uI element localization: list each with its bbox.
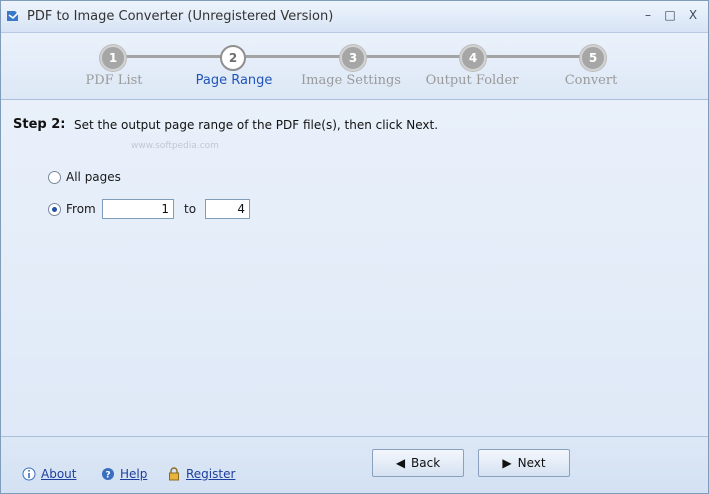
page-range-panel: Step 2: Set the output page range of the… xyxy=(1,100,708,437)
title-bar: PDF to Image Converter (Unregistered Ver… xyxy=(1,1,708,33)
wizard-steps: 1 PDF List 2 Page Range 3 Image Settings… xyxy=(1,33,708,100)
help-icon: ? xyxy=(102,468,114,481)
step-4-circle: 4 xyxy=(460,45,486,71)
step-2-label: Page Range xyxy=(195,73,273,88)
step-3-label: Image Settings xyxy=(301,73,401,88)
step-heading: Step 2: xyxy=(13,117,66,132)
arrow-right-icon: ▶ xyxy=(502,456,512,470)
info-icon xyxy=(22,467,36,481)
step-5-circle: 5 xyxy=(580,45,606,71)
from-page-input[interactable] xyxy=(102,199,174,219)
lock-icon xyxy=(169,467,179,481)
back-button[interactable]: ◀ Back xyxy=(372,449,464,477)
back-label: Back xyxy=(411,456,441,470)
about-label: About xyxy=(41,467,77,481)
next-label: Next xyxy=(517,456,546,470)
watermark: www.softpedia.com xyxy=(131,141,219,151)
register-link[interactable]: Register xyxy=(167,467,235,481)
about-link[interactable]: About xyxy=(22,467,76,481)
next-button[interactable]: ▶ Next xyxy=(478,449,570,477)
minimize-button[interactable]: – xyxy=(639,7,657,23)
step-5-label: Convert xyxy=(564,73,618,88)
help-label: Help xyxy=(120,467,148,481)
arrow-left-icon: ◀ xyxy=(395,456,406,470)
from-option[interactable]: From to xyxy=(48,199,251,219)
register-label: Register xyxy=(186,467,236,481)
all-pages-option[interactable]: All pages xyxy=(48,167,121,187)
footer-bar: About ? Help Register ◀ Back ▶ Next xyxy=(1,437,708,493)
to-page-input[interactable] xyxy=(205,199,251,219)
to-label: to xyxy=(184,202,197,216)
from-label: From xyxy=(66,202,96,216)
step-1-circle: 1 xyxy=(100,45,126,71)
step-1-label: PDF List xyxy=(85,73,143,88)
from-radio[interactable] xyxy=(48,202,61,216)
help-link[interactable]: ? Help xyxy=(101,467,147,481)
maximize-button[interactable]: □ xyxy=(661,7,679,23)
all-pages-label: All pages xyxy=(66,170,121,184)
step-4-label: Output Folder xyxy=(425,73,519,88)
all-pages-radio[interactable] xyxy=(48,170,61,184)
step-3-circle: 3 xyxy=(340,45,366,71)
close-button[interactable]: X xyxy=(684,7,702,23)
window-title: PDF to Image Converter (Unregistered Ver… xyxy=(27,9,334,24)
app-window: PDF to Image Converter (Unregistered Ver… xyxy=(0,0,709,494)
app-icon xyxy=(7,11,19,21)
step-description: Set the output page range of the PDF fil… xyxy=(74,118,439,132)
step-2-circle: 2 xyxy=(220,45,246,71)
svg-text:?: ? xyxy=(105,471,110,481)
